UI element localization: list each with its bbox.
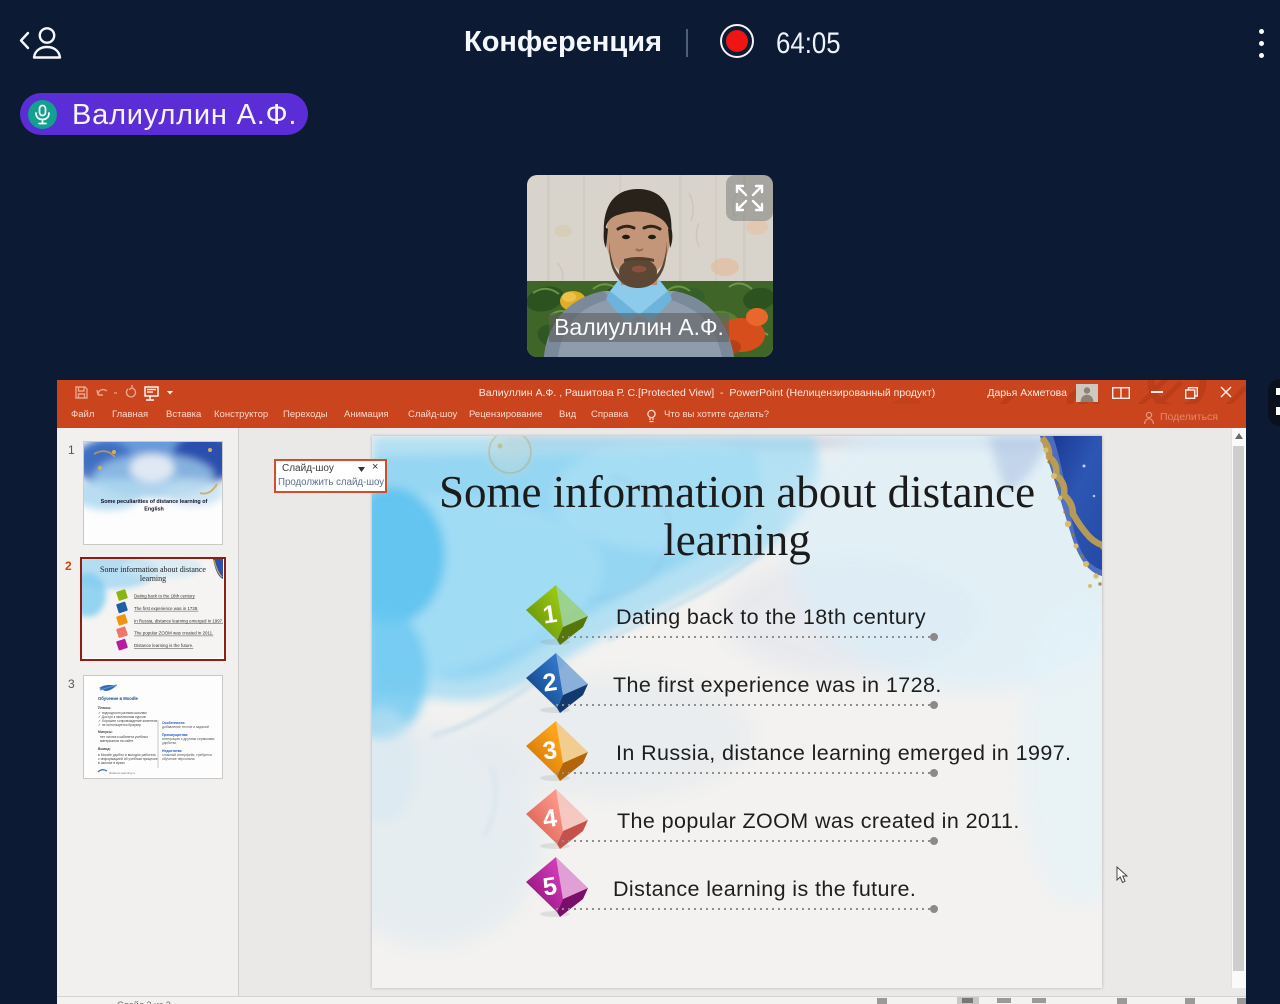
svg-text:в школах и вузах: в школах и вузах	[98, 761, 125, 765]
svg-text:удобство: удобство	[162, 741, 176, 745]
svg-text:The popular ZOOM was created i: The popular ZOOM was created in 2011.	[134, 631, 213, 636]
svg-text:In Russia, distance learning e: In Russia, distance learning emerged in …	[134, 618, 223, 623]
svg-text:Distance learning is the futur: Distance learning is the future.	[134, 643, 193, 648]
svg-text:добавление тестов и заданий: добавление тестов и заданий	[162, 725, 209, 729]
svg-text:The first experience was in 17: The first experience was in 1728.	[134, 606, 198, 611]
svg-text:обучение персонала: обучение персонала	[162, 757, 195, 761]
svg-text:learning: learning	[140, 574, 166, 583]
svg-text:distance-learning.ru: distance-learning.ru	[109, 771, 136, 775]
svg-text:Some peculiarities of distance: Some peculiarities of distance learning …	[101, 499, 208, 505]
svg-text:Вывод:: Вывод:	[98, 747, 111, 751]
svg-text:материалов на сайте: материалов на сайте	[100, 739, 134, 743]
svg-text:English: English	[144, 507, 163, 513]
svg-text:Плюсы:: Плюсы:	[98, 706, 111, 710]
svg-text:Минусы:: Минусы:	[98, 730, 113, 734]
svg-text:Обучение в Moodle: Обучение в Moodle	[98, 696, 139, 701]
svg-text:Some information about distanc: Some information about distance	[100, 565, 206, 574]
svg-text:✓ не используется браузер: ✓ не используется браузер	[98, 723, 141, 727]
svg-text:Dating back to the 18th centur: Dating back to the 18th century	[134, 594, 196, 599]
